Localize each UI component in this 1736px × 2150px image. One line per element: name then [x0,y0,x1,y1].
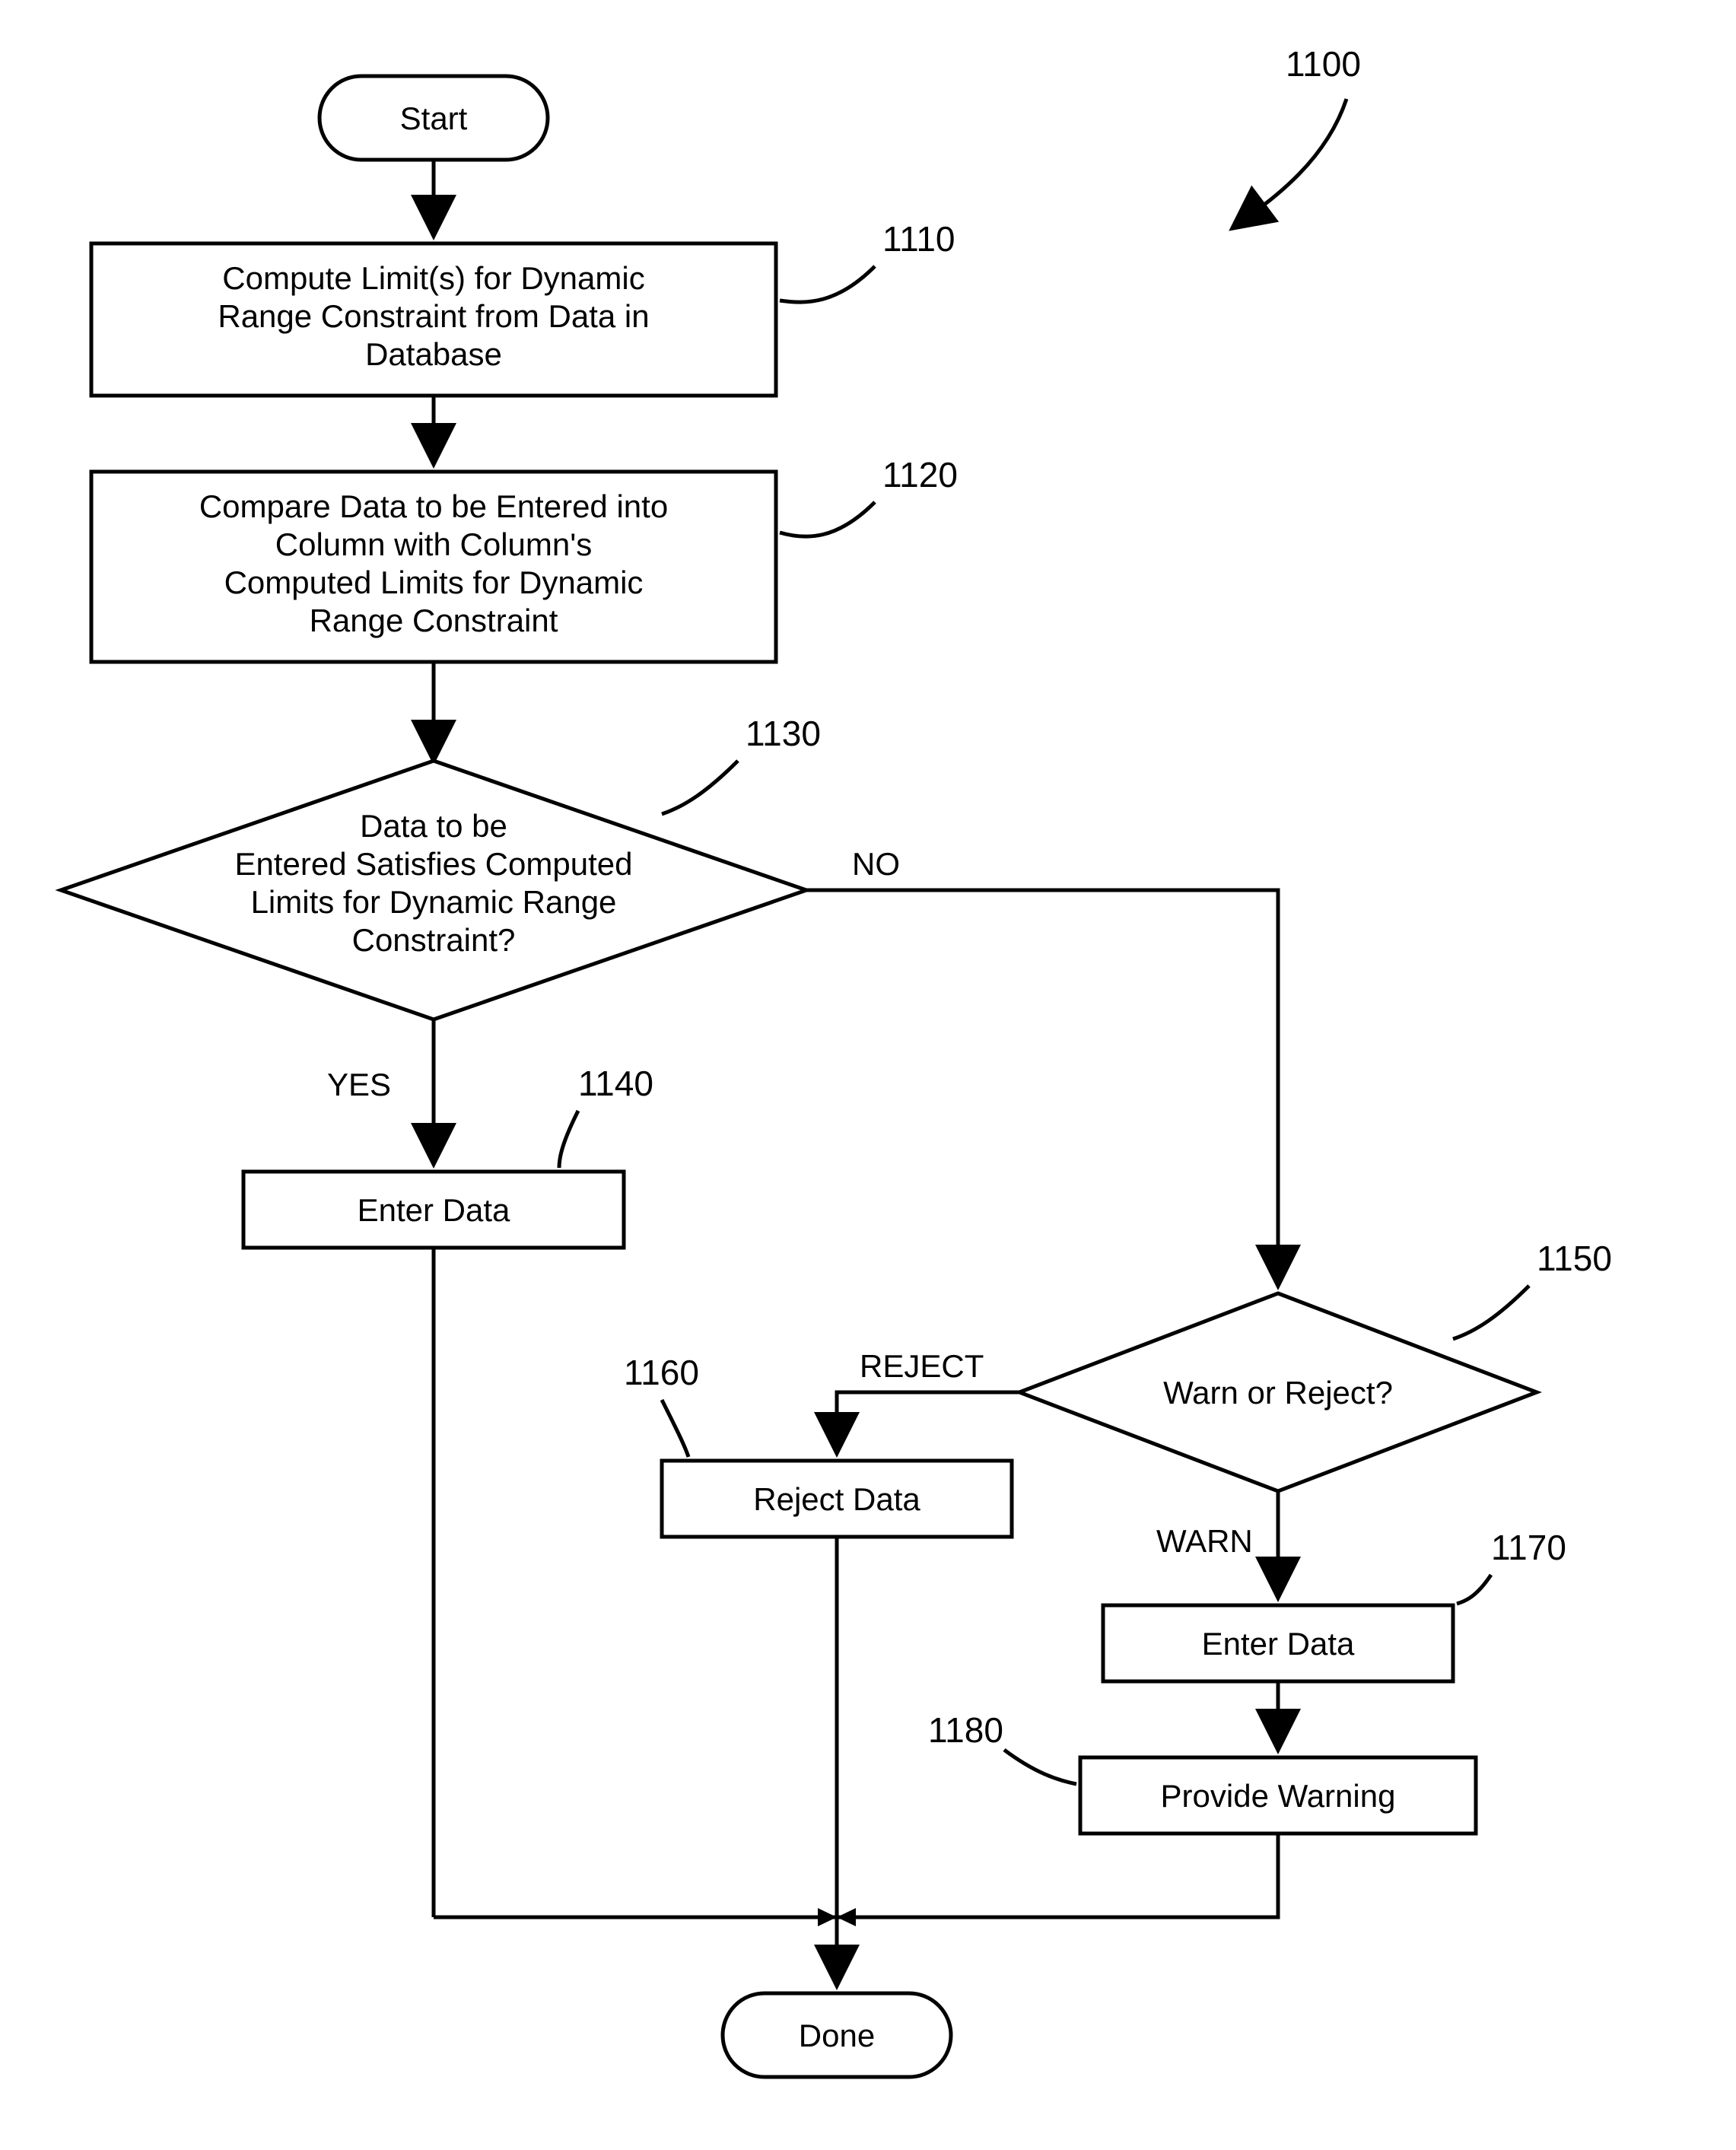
merge-arrow-left [818,1908,837,1926]
enter2-ref-leader [1457,1575,1491,1604]
svg-text:Computed Limits for Dynamic: Computed Limits for Dynamic [224,565,644,600]
svg-text:Provide Warning: Provide Warning [1161,1778,1396,1814]
svg-text:Warn or Reject?: Warn or Reject? [1163,1375,1393,1411]
edge-dec1-no [806,890,1278,1286]
enter2-ref: 1170 [1491,1528,1566,1567]
warn-ref-leader [1004,1750,1076,1784]
start-node: Start [320,76,548,160]
label-yes: YES [327,1067,391,1102]
svg-text:Database: Database [365,336,502,372]
decision-warn-reject: Warn or Reject? [1019,1293,1537,1491]
dec1-ref-leader [662,761,738,814]
dec2-ref-leader [1453,1286,1529,1339]
edge-dec2-reject [837,1392,1019,1453]
svg-text:Enter Data: Enter Data [1202,1626,1355,1662]
dec2-ref: 1150 [1537,1239,1612,1278]
reject-ref-leader [662,1400,688,1457]
enter-data-yes: Enter Data [243,1172,624,1248]
merge-arrow-right [837,1908,856,1926]
figure-ref-arrow [1232,99,1347,228]
svg-text:Range Constraint from Data in: Range Constraint from Data in [218,298,649,334]
compare-ref-leader [780,502,875,536]
svg-text:Compare Data to be Entered int: Compare Data to be Entered into [199,488,668,524]
enter1-ref: 1140 [578,1064,653,1103]
figure-ref: 1100 [1286,44,1361,84]
compute-box: Compute Limit(s) for Dynamic Range Const… [91,243,776,396]
warn-ref: 1180 [928,1710,1003,1750]
svg-text:Range Constraint: Range Constraint [310,603,558,638]
compute-ref-leader [780,266,875,302]
svg-text:Start: Start [400,100,468,136]
svg-text:Constraint?: Constraint? [352,922,516,958]
svg-text:Limits for Dynamic Range: Limits for Dynamic Range [251,884,617,920]
reject-data-box: Reject Data [662,1461,1012,1537]
svg-text:Data to be: Data to be [360,808,507,844]
svg-text:Enter Data: Enter Data [358,1192,510,1228]
enter1-ref-leader [559,1111,578,1168]
svg-text:Reject Data: Reject Data [753,1481,920,1517]
svg-text:Column with Column's: Column with Column's [275,526,593,562]
svg-text:Compute Limit(s) for Dynamic: Compute Limit(s) for Dynamic [222,260,644,296]
svg-text:Entered Satisfies Computed: Entered Satisfies Computed [235,846,633,882]
provide-warning-box: Provide Warning [1080,1757,1476,1834]
label-reject: REJECT [860,1348,984,1384]
compare-ref: 1120 [882,455,958,495]
compare-box: Compare Data to be Entered into Column w… [91,472,776,662]
label-no: NO [852,846,900,882]
enter-data-warn: Enter Data [1103,1605,1453,1681]
done-node: Done [723,1993,951,2077]
compute-ref: 1110 [882,219,955,259]
label-warn: WARN [1156,1523,1253,1559]
edge-warning-down [837,1834,1278,1917]
dec1-ref: 1130 [746,714,821,753]
svg-text:Done: Done [799,2018,875,2053]
reject-ref: 1160 [624,1353,699,1392]
